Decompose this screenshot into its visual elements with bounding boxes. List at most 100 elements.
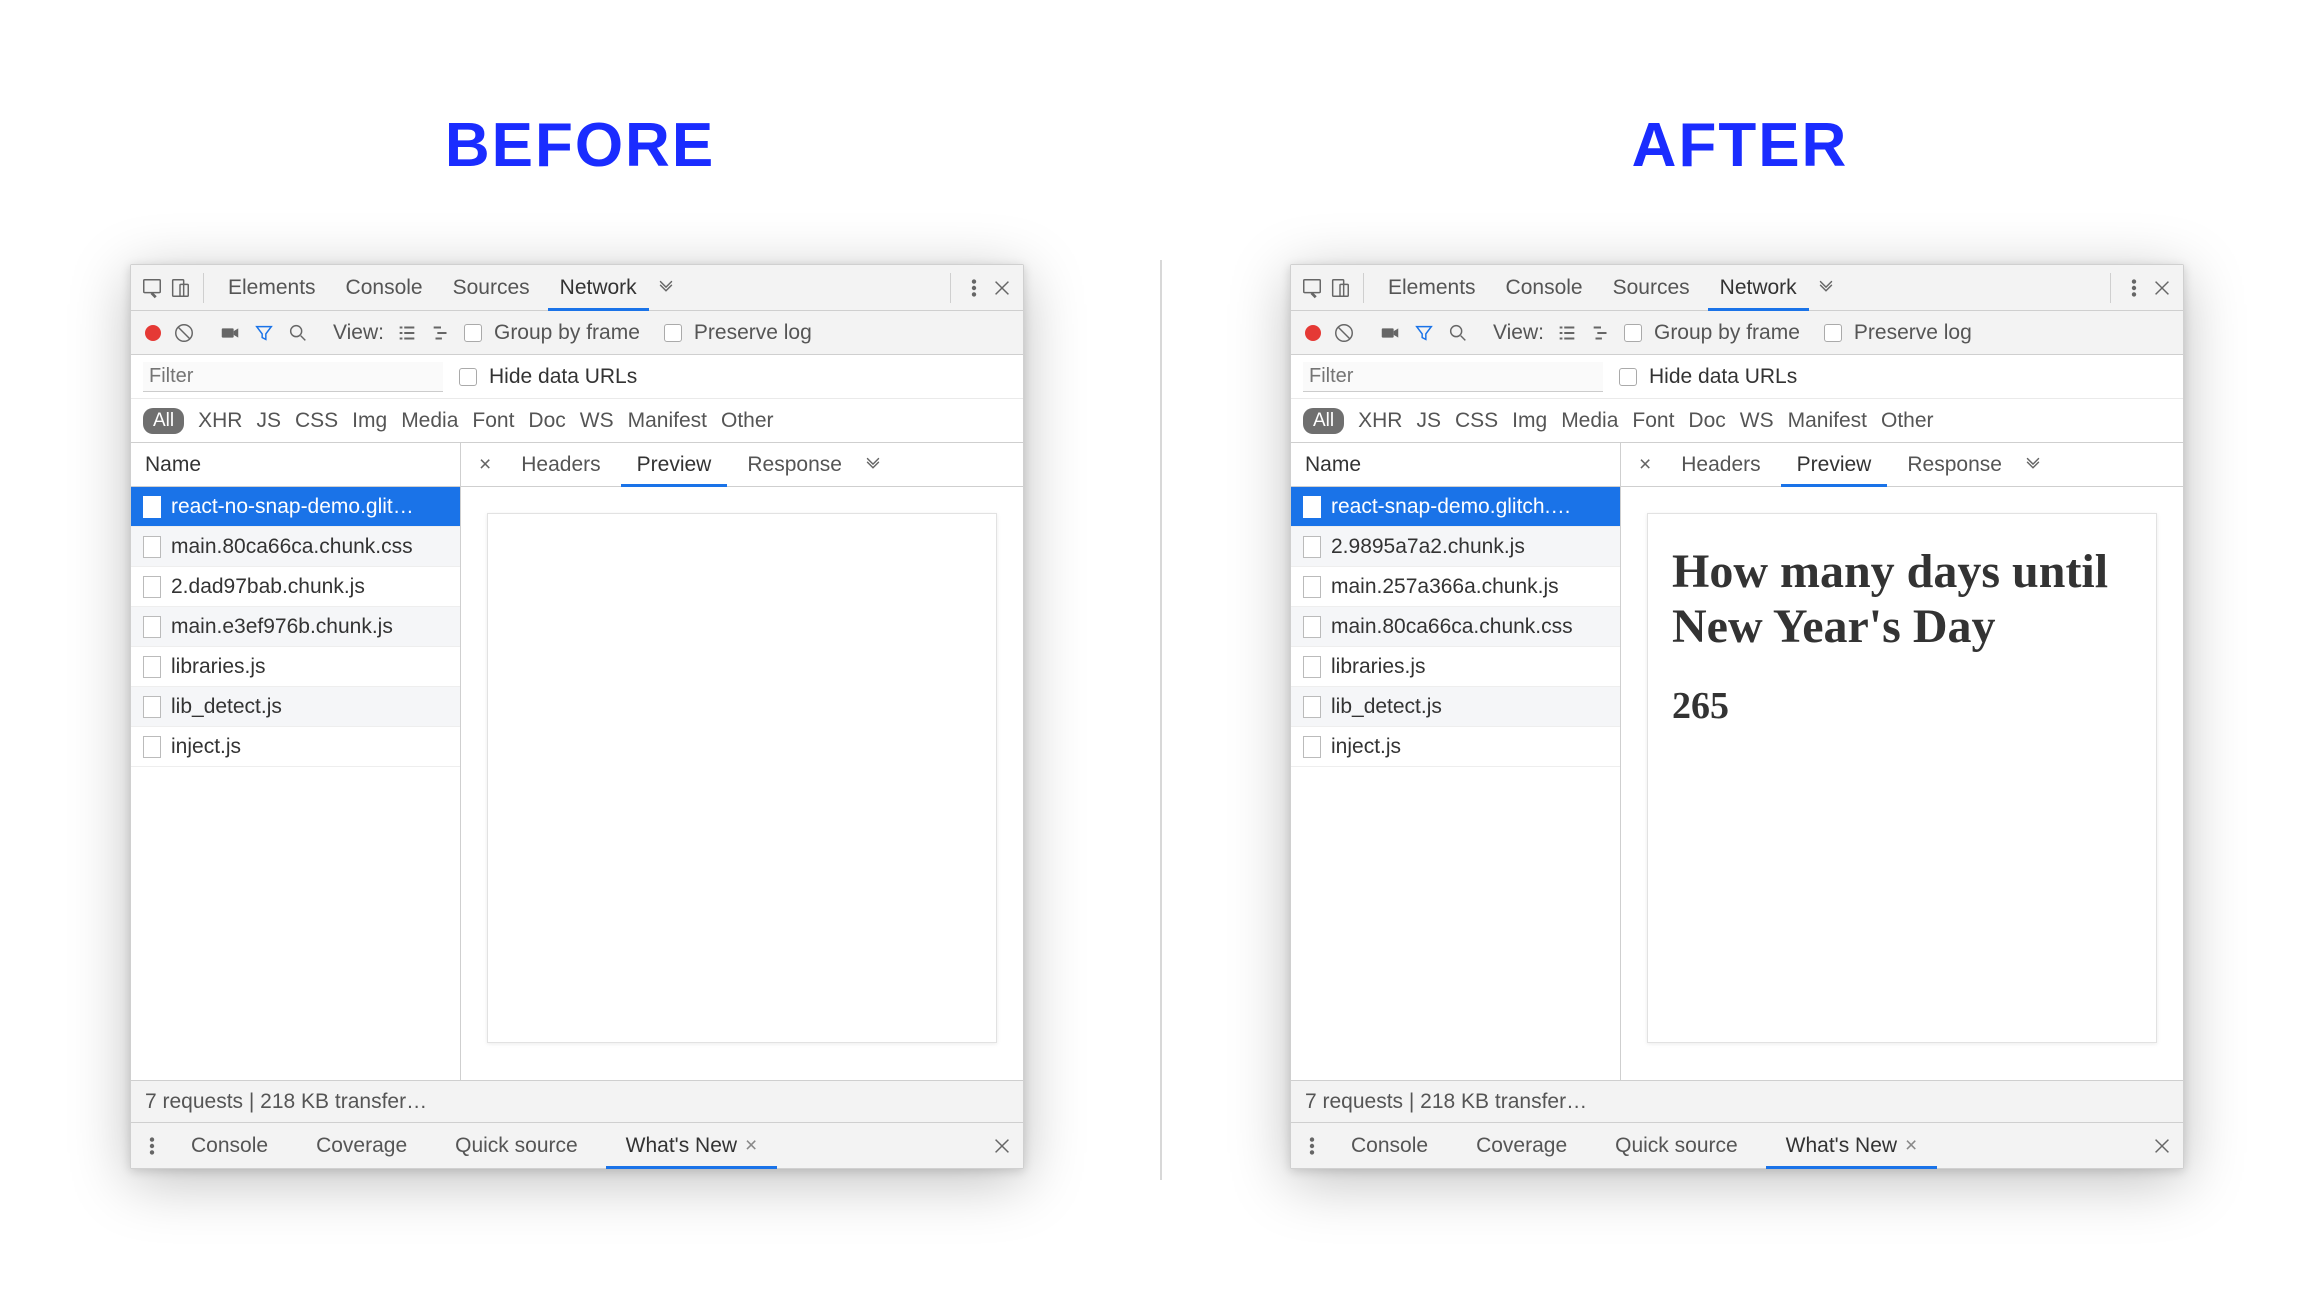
drawer-tab-coverage[interactable]: Coverage [296,1123,427,1169]
more-detail-tabs-icon[interactable] [862,454,884,476]
hide-data-urls-checkbox[interactable]: Hide data URLs [459,365,637,389]
request-row[interactable]: 2.dad97bab.chunk.js [131,567,460,607]
type-filter-media[interactable]: Media [401,409,458,433]
view-waterfall-icon[interactable] [1590,322,1612,344]
tab-console[interactable]: Console [334,265,435,311]
request-row[interactable]: 2.9895a7a2.chunk.js [1291,527,1620,567]
type-filter-all[interactable]: All [1303,408,1344,434]
drawer-kebab-icon[interactable] [141,1135,163,1157]
more-tabs-icon[interactable] [1815,277,1837,299]
drawer-tab-console[interactable]: Console [1331,1123,1448,1169]
more-tabs-icon[interactable] [655,277,677,299]
request-row[interactable]: react-no-snap-demo.glit… [131,487,460,527]
type-filter-xhr[interactable]: XHR [1358,409,1402,433]
close-tab-icon[interactable]: × [1905,1134,1917,1158]
type-filter-other[interactable]: Other [721,409,774,433]
tab-elements[interactable]: Elements [216,265,328,311]
drawer-tab-console[interactable]: Console [171,1123,288,1169]
view-list-icon[interactable] [396,322,418,344]
tab-network[interactable]: Network [1708,265,1809,311]
type-filter-manifest[interactable]: Manifest [628,409,707,433]
drawer-tab-whats-new[interactable]: What's New× [606,1123,778,1169]
request-row[interactable]: inject.js [1291,727,1620,767]
group-by-frame-checkbox[interactable]: Group by frame [464,321,640,345]
tab-sources[interactable]: Sources [441,265,542,311]
close-drawer-icon[interactable] [2151,1135,2173,1157]
column-header-name[interactable]: Name [131,443,460,487]
device-toggle-icon[interactable] [169,277,191,299]
drawer-kebab-icon[interactable] [1301,1135,1323,1157]
tab-elements[interactable]: Elements [1376,265,1488,311]
record-icon[interactable] [145,325,161,341]
request-row[interactable]: main.80ca66ca.chunk.css [1291,607,1620,647]
tab-sources[interactable]: Sources [1601,265,1702,311]
preserve-log-checkbox[interactable]: Preserve log [664,321,812,345]
request-row[interactable]: lib_detect.js [131,687,460,727]
clear-icon[interactable] [173,322,195,344]
drawer-tab-quick-source[interactable]: Quick source [1595,1123,1758,1169]
view-waterfall-icon[interactable] [430,322,452,344]
record-icon[interactable] [1305,325,1321,341]
request-row[interactable]: inject.js [131,727,460,767]
type-filter-img[interactable]: Img [352,409,387,433]
column-header-name[interactable]: Name [1291,443,1620,487]
close-devtools-icon[interactable] [991,277,1013,299]
request-row[interactable]: libraries.js [1291,647,1620,687]
filter-funnel-icon[interactable] [253,322,275,344]
inspect-icon[interactable] [141,277,163,299]
preserve-log-checkbox[interactable]: Preserve log [1824,321,1972,345]
request-row[interactable]: react-snap-demo.glitch.… [1291,487,1620,527]
close-devtools-icon[interactable] [2151,277,2173,299]
camera-icon[interactable] [219,322,241,344]
network-filter-input[interactable] [1303,362,1603,392]
close-tab-icon[interactable]: × [745,1134,757,1158]
view-list-icon[interactable] [1556,322,1578,344]
type-filter-js[interactable]: JS [1416,409,1441,433]
request-row[interactable]: main.e3ef976b.chunk.js [131,607,460,647]
type-filter-manifest[interactable]: Manifest [1788,409,1867,433]
detail-tab-headers[interactable]: Headers [1665,443,1776,487]
type-filter-other[interactable]: Other [1881,409,1934,433]
type-filter-css[interactable]: CSS [1455,409,1498,433]
type-filter-js[interactable]: JS [256,409,281,433]
device-toggle-icon[interactable] [1329,277,1351,299]
inspect-icon[interactable] [1301,277,1323,299]
detail-tab-preview[interactable]: Preview [1781,443,1888,487]
type-filter-doc[interactable]: Doc [528,409,565,433]
request-row[interactable]: lib_detect.js [1291,687,1620,727]
tab-console[interactable]: Console [1494,265,1595,311]
request-row[interactable]: main.80ca66ca.chunk.css [131,527,460,567]
request-row[interactable]: main.257a366a.chunk.js [1291,567,1620,607]
close-detail-icon[interactable]: × [1629,453,1661,477]
clear-icon[interactable] [1333,322,1355,344]
filter-funnel-icon[interactable] [1413,322,1435,344]
kebab-menu-icon[interactable] [963,277,985,299]
close-drawer-icon[interactable] [991,1135,1013,1157]
group-by-frame-checkbox[interactable]: Group by frame [1624,321,1800,345]
drawer-tab-coverage[interactable]: Coverage [1456,1123,1587,1169]
type-filter-font[interactable]: Font [1632,409,1674,433]
detail-tab-response[interactable]: Response [731,443,858,487]
type-filter-img[interactable]: Img [1512,409,1547,433]
detail-tab-preview[interactable]: Preview [621,443,728,487]
network-filter-input[interactable] [143,362,443,392]
request-row[interactable]: libraries.js [131,647,460,687]
search-icon[interactable] [287,322,309,344]
close-detail-icon[interactable]: × [469,453,501,477]
hide-data-urls-checkbox[interactable]: Hide data URLs [1619,365,1797,389]
detail-tab-headers[interactable]: Headers [505,443,616,487]
type-filter-doc[interactable]: Doc [1688,409,1725,433]
tab-network[interactable]: Network [548,265,649,311]
kebab-menu-icon[interactable] [2123,277,2145,299]
type-filter-css[interactable]: CSS [295,409,338,433]
type-filter-all[interactable]: All [143,408,184,434]
drawer-tab-whats-new[interactable]: What's New× [1766,1123,1938,1169]
search-icon[interactable] [1447,322,1469,344]
type-filter-font[interactable]: Font [472,409,514,433]
more-detail-tabs-icon[interactable] [2022,454,2044,476]
detail-tab-response[interactable]: Response [1891,443,2018,487]
drawer-tab-quick-source[interactable]: Quick source [435,1123,598,1169]
type-filter-media[interactable]: Media [1561,409,1618,433]
type-filter-xhr[interactable]: XHR [198,409,242,433]
type-filter-ws[interactable]: WS [580,409,614,433]
